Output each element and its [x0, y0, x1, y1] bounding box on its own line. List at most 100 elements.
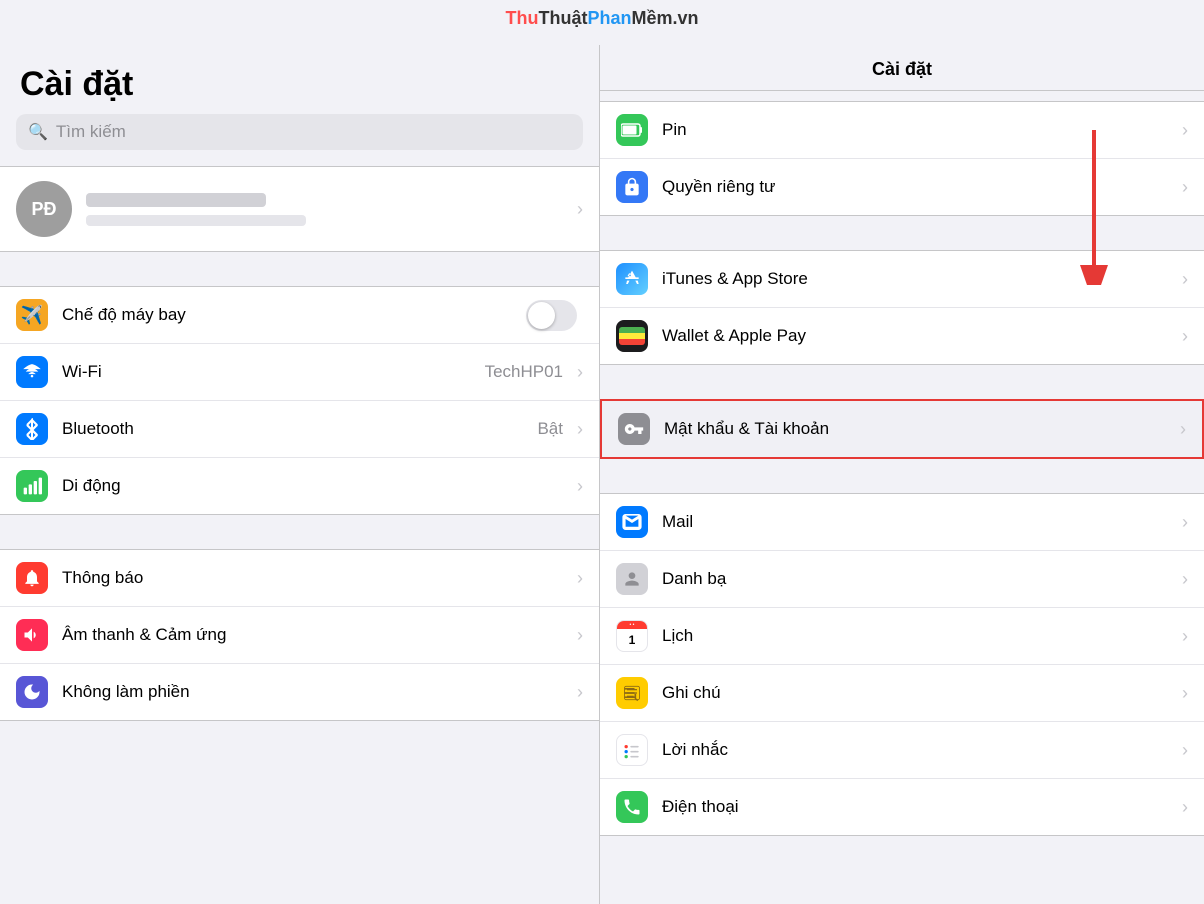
- battery-row[interactable]: Pin ›: [600, 102, 1204, 159]
- settings-section-1: ✈️ Chế độ máy bay Wi-Fi TechHP01: [0, 286, 599, 515]
- notifications-label: Thông báo: [62, 568, 569, 588]
- password-row[interactable]: Mật khẩu & Tài khoản ›: [602, 401, 1202, 457]
- battery-icon: [616, 114, 648, 146]
- dnd-chevron: ›: [577, 682, 583, 703]
- contacts-chevron: ›: [1182, 569, 1188, 590]
- right-panel: Cài đặt Pin ›: [600, 45, 1204, 904]
- mail-label: Mail: [662, 512, 1182, 532]
- watermark: ThuThuậtPhanMềm.vn: [505, 8, 698, 29]
- calendar-label: Lịch: [662, 626, 1182, 646]
- battery-label: Pin: [662, 120, 1182, 140]
- cellular-icon: [16, 470, 48, 502]
- airplane-toggle[interactable]: [526, 300, 577, 331]
- bluetooth-chevron: ›: [577, 419, 583, 440]
- profile-row[interactable]: PĐ ›: [0, 166, 599, 252]
- contacts-label: Danh bạ: [662, 569, 1182, 589]
- wifi-icon: [16, 356, 48, 388]
- watermark-phan: Phan: [587, 8, 631, 28]
- settings-section-2: Thông báo › Âm thanh & Cảm ứng ›: [0, 549, 599, 721]
- notes-chevron: ›: [1182, 683, 1188, 704]
- phone-label: Điện thoại: [662, 797, 1182, 817]
- left-panel: Cài đặt 🔍 Tìm kiếm PĐ › ✈️ Chế độ máy ba…: [0, 45, 600, 904]
- appstore-icon: [616, 263, 648, 295]
- wifi-label: Wi-Fi: [62, 362, 485, 382]
- notes-icon: [616, 677, 648, 709]
- phone-row[interactable]: Điện thoại ›: [600, 779, 1204, 835]
- mail-icon: [616, 506, 648, 538]
- right-section-4: Mail › Danh bạ ›: [600, 493, 1204, 836]
- watermark-thu: Thu: [505, 8, 538, 28]
- airplane-icon: ✈️: [16, 299, 48, 331]
- cellular-chevron: ›: [577, 476, 583, 497]
- airplane-label: Chế độ máy bay: [62, 305, 526, 325]
- watermark-mem: Mềm: [631, 8, 672, 28]
- toggle-knob: [528, 302, 555, 329]
- right-gap-3: [600, 459, 1204, 493]
- airplane-mode-row[interactable]: ✈️ Chế độ máy bay: [0, 287, 599, 344]
- sound-row[interactable]: Âm thanh & Cảm ứng ›: [0, 607, 599, 664]
- right-section-1: Pin › Quyền riêng tư ›: [600, 101, 1204, 216]
- main-container: Cài đặt 🔍 Tìm kiếm PĐ › ✈️ Chế độ máy ba…: [0, 0, 1204, 904]
- password-label: Mật khẩu & Tài khoản: [664, 419, 1180, 439]
- notifications-row[interactable]: Thông báo ›: [0, 550, 599, 607]
- password-icon: [618, 413, 650, 445]
- search-icon: 🔍: [28, 122, 48, 142]
- phone-chevron: ›: [1182, 797, 1188, 818]
- avatar: PĐ: [16, 181, 72, 237]
- reminders-chevron: ›: [1182, 740, 1188, 761]
- mail-chevron: ›: [1182, 512, 1188, 533]
- wallet-chevron: ›: [1182, 326, 1188, 347]
- right-gap-1: [600, 216, 1204, 250]
- sound-chevron: ›: [577, 625, 583, 646]
- privacy-icon: [616, 171, 648, 203]
- right-section-3: Mật khẩu & Tài khoản ›: [600, 399, 1204, 459]
- privacy-row[interactable]: Quyền riêng tư ›: [600, 159, 1204, 215]
- notes-label: Ghi chú: [662, 683, 1182, 703]
- watermark-vn: .vn: [673, 8, 699, 28]
- section-gap-1: [0, 252, 599, 286]
- wallet-icon: [616, 320, 648, 352]
- bluetooth-row[interactable]: Bluetooth Bật ›: [0, 401, 599, 458]
- mail-row[interactable]: Mail ›: [600, 494, 1204, 551]
- contacts-row[interactable]: Danh bạ ›: [600, 551, 1204, 608]
- bluetooth-label: Bluetooth: [62, 419, 537, 439]
- section-gap-2: [0, 515, 599, 549]
- sound-icon: [16, 619, 48, 651]
- right-gap-0: [600, 91, 1204, 101]
- search-bar[interactable]: 🔍 Tìm kiếm: [16, 114, 583, 150]
- cellular-row[interactable]: Di động ›: [0, 458, 599, 514]
- cellular-label: Di động: [62, 476, 569, 496]
- appstore-row[interactable]: iTunes & App Store ›: [600, 251, 1204, 308]
- wifi-chevron: ›: [577, 362, 583, 383]
- reminders-icon: [616, 734, 648, 766]
- notes-row[interactable]: Ghi chú ›: [600, 665, 1204, 722]
- profile-chevron: ›: [577, 199, 583, 220]
- profile-email-blurred: [86, 215, 306, 226]
- profile-info: [86, 193, 569, 226]
- right-gap-2: [600, 365, 1204, 399]
- appstore-chevron: ›: [1182, 269, 1188, 290]
- right-title: Cài đặt: [600, 45, 1204, 91]
- dnd-row[interactable]: Không làm phiền ›: [0, 664, 599, 720]
- notifications-chevron: ›: [577, 568, 583, 589]
- phone-icon: [616, 791, 648, 823]
- calendar-icon: • • 1: [616, 620, 648, 652]
- search-placeholder: Tìm kiếm: [56, 122, 126, 142]
- wifi-row[interactable]: Wi-Fi TechHP01 ›: [0, 344, 599, 401]
- avatar-initials: PĐ: [31, 199, 56, 220]
- wallet-label: Wallet & Apple Pay: [662, 326, 1182, 346]
- wallet-row[interactable]: Wallet & Apple Pay ›: [600, 308, 1204, 364]
- profile-name-blurred: [86, 193, 266, 207]
- notifications-icon: [16, 562, 48, 594]
- contacts-icon: [616, 563, 648, 595]
- left-title: Cài đặt: [0, 45, 599, 114]
- battery-chevron: ›: [1182, 120, 1188, 141]
- calendar-row[interactable]: • • 1 Lịch ›: [600, 608, 1204, 665]
- bluetooth-value: Bật: [537, 419, 563, 439]
- appstore-label: iTunes & App Store: [662, 269, 1182, 289]
- privacy-chevron: ›: [1182, 177, 1188, 198]
- reminders-row[interactable]: Lời nhắc ›: [600, 722, 1204, 779]
- dnd-label: Không làm phiền: [62, 682, 569, 702]
- bluetooth-icon: [16, 413, 48, 445]
- wifi-value: TechHP01: [485, 362, 563, 382]
